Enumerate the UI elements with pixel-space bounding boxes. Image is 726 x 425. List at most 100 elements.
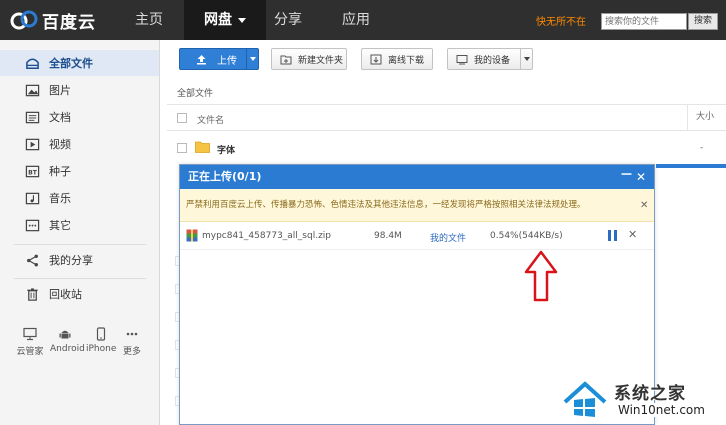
my-devices-label: 我的设备	[474, 55, 511, 66]
device-iphone[interactable]: iPhone	[86, 327, 116, 354]
cancel-upload-icon[interactable]: ✕	[628, 228, 637, 241]
sidebar-item-recycle-bin[interactable]: 回收站	[0, 281, 159, 307]
sidebar-item-label: 音乐	[49, 192, 71, 205]
bt-icon: BT	[24, 163, 40, 179]
more-icon	[24, 217, 40, 233]
my-devices-button[interactable]: 我的设备	[447, 48, 533, 70]
windows-house-logo-icon	[563, 381, 607, 417]
offline-download-icon	[370, 54, 382, 64]
file-row[interactable]: 字体 -	[167, 136, 726, 161]
legal-warning-banner: 严禁利用百度云上传、传播暴力恐怖、色情违法及其他违法信息，一经发现将严格按照相关…	[180, 189, 654, 222]
list-selection-strip	[656, 164, 726, 168]
svg-text:BT: BT	[28, 169, 38, 176]
device-android[interactable]: Android	[50, 327, 85, 354]
phone-icon	[96, 327, 106, 341]
device-label: Android	[50, 344, 85, 354]
more-dots-icon	[126, 332, 138, 336]
device-cloud-manager[interactable]: 云管家	[15, 327, 45, 357]
offline-download-label: 离线下载	[388, 55, 425, 66]
toolbar: 上传 新建文件夹 离线下载 我的设备	[161, 40, 726, 78]
folder-size: -	[700, 143, 704, 153]
new-folder-icon	[280, 55, 292, 64]
warning-close-icon[interactable]: ✕	[640, 189, 648, 221]
sidebar-item-music[interactable]: 音乐	[0, 185, 159, 211]
trash-icon	[24, 286, 40, 302]
folder-name[interactable]: 字体	[217, 143, 235, 156]
zip-file-icon	[186, 229, 198, 242]
watermark-title: 系统之家	[614, 384, 686, 404]
upload-file-name: mypc841_458773_all_sql.zip	[202, 231, 332, 241]
sidebar-item-label: 视频	[49, 138, 71, 151]
device-icon	[456, 54, 468, 64]
device-more[interactable]: 更多	[117, 327, 147, 357]
nav-home[interactable]: 主页	[120, 0, 178, 40]
pause-icon[interactable]	[608, 230, 617, 241]
image-icon	[24, 82, 40, 98]
monitor-icon	[23, 327, 37, 341]
red-arrow-annotation-icon	[524, 250, 558, 302]
minimize-icon[interactable]: －	[620, 165, 633, 187]
music-icon	[24, 190, 40, 206]
folder-icon	[195, 141, 210, 153]
sidebar-item-documents[interactable]: 文档	[0, 104, 159, 130]
offline-download-button[interactable]: 离线下载	[361, 48, 433, 70]
sidebar-item-torrents[interactable]: BT 种子	[0, 158, 159, 184]
cloud-logo-icon	[10, 10, 38, 30]
nav-share[interactable]: 分享	[266, 0, 310, 40]
close-icon[interactable]: ✕	[636, 165, 646, 189]
sidebar-item-images[interactable]: 图片	[0, 77, 159, 103]
file-list-header: 文件名 大小	[167, 104, 726, 131]
sidebar-item-label: 种子	[49, 165, 71, 178]
search-input[interactable]	[601, 13, 687, 30]
upload-button[interactable]: 上传	[179, 48, 259, 70]
baidu-yun-logo[interactable]: 百度云	[10, 7, 96, 33]
new-folder-label: 新建文件夹	[298, 55, 344, 66]
upload-task-row: mypc841_458773_all_sql.zip 98.4M 我的文件 0.…	[180, 222, 654, 250]
sidebar-item-label: 我的分享	[49, 254, 93, 267]
row-checkbox[interactable]	[177, 143, 187, 153]
upload-destination-link[interactable]: 我的文件	[430, 231, 466, 244]
android-icon	[59, 330, 71, 339]
sidebar-item-my-shares[interactable]: 我的分享	[0, 247, 159, 273]
upload-file-size: 98.4M	[374, 231, 402, 241]
nav-netdisk-label: 网盘	[204, 12, 232, 28]
upload-dropdown-toggle[interactable]	[246, 49, 259, 69]
device-label: 云管家	[16, 347, 44, 357]
nav-apps[interactable]: 应用	[334, 0, 378, 40]
select-all-checkbox[interactable]	[177, 113, 187, 123]
sidebar-item-label: 全部文件	[49, 57, 93, 70]
sidebar-item-other[interactable]: 其它	[0, 212, 159, 238]
chevron-down-icon	[250, 57, 256, 61]
chevron-down-icon	[523, 57, 530, 61]
site-watermark: 系统之家 Win10net.com	[562, 378, 724, 423]
video-icon	[24, 136, 40, 152]
sidebar-item-videos[interactable]: 视频	[0, 131, 159, 157]
sidebar-item-all-files[interactable]: 全部文件	[0, 50, 159, 76]
brand-name: 百度云	[42, 12, 96, 33]
breadcrumb[interactable]: 全部文件	[177, 86, 213, 99]
sidebar-item-label: 其它	[49, 219, 71, 232]
sidebar-item-label: 文档	[49, 111, 71, 124]
top-nav-bar: 百度云 主页 网盘 分享 应用 快无所不在 搜索	[0, 0, 726, 40]
upload-dialog-title-bar: 正在上传(0/1) － ✕	[180, 165, 654, 189]
document-icon	[24, 109, 40, 125]
search-button[interactable]: 搜索	[688, 13, 718, 30]
nav-netdisk[interactable]: 网盘	[184, 0, 266, 40]
legal-warning-text: 严禁利用百度云上传、传播暴力恐怖、色情违法及其他违法信息，一经发现将严格按照相关…	[186, 200, 586, 210]
column-header-size[interactable]: 大小	[687, 105, 726, 130]
sidebar: 全部文件 图片 文档 视频 BT 种子 音乐 其它 我的分享 回收站 云管家 A…	[0, 40, 160, 425]
folder-icon	[24, 55, 40, 71]
main-content: 上传 新建文件夹 离线下载 我的设备 全部文件 文件名 大小 字体 - 正在上传…	[161, 40, 726, 425]
promo-link[interactable]: 快无所不在	[536, 13, 586, 28]
upload-arrow-icon	[197, 54, 206, 64]
upload-label: 上传	[217, 55, 237, 67]
column-header-name[interactable]: 文件名	[197, 113, 224, 126]
watermark-url: Win10net.com	[616, 403, 707, 417]
sidebar-item-label: 回收站	[49, 288, 82, 301]
sidebar-divider	[14, 278, 146, 279]
my-devices-dropdown-toggle[interactable]	[520, 49, 532, 69]
upload-dialog-title: 正在上传(0/1)	[188, 170, 262, 183]
chevron-down-icon	[238, 17, 246, 23]
new-folder-button[interactable]: 新建文件夹	[271, 48, 347, 70]
sidebar-divider	[14, 244, 146, 245]
